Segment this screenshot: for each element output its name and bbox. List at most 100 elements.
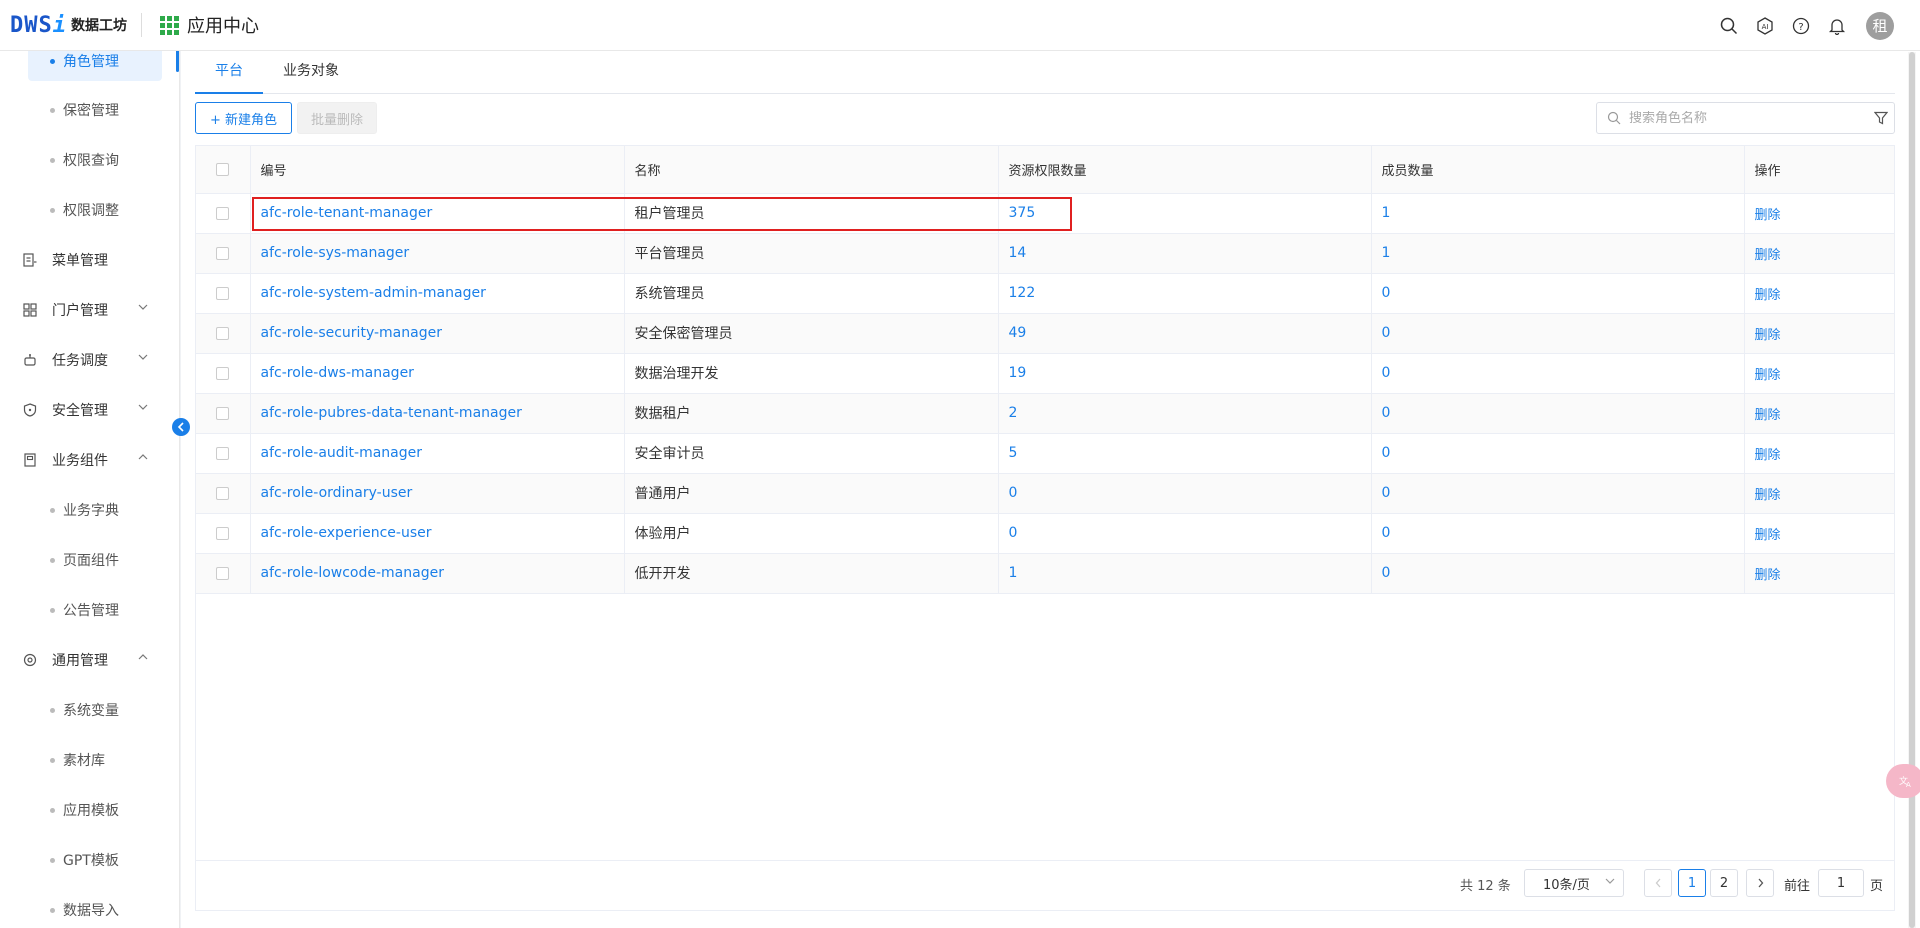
member-count-link[interactable]: 0 [1382, 565, 1391, 581]
delete-button[interactable]: 删除 [1755, 528, 1781, 543]
resource-count-link[interactable]: 49 [1009, 325, 1027, 341]
tab-business-object[interactable]: 业务对象 [283, 51, 339, 94]
goto-page-input[interactable] [1818, 869, 1864, 897]
next-page-button[interactable] [1746, 869, 1774, 897]
member-count-link[interactable]: 0 [1382, 285, 1391, 301]
sidebar-item-page-components[interactable]: 页面组件 [0, 540, 179, 580]
role-code-link[interactable]: afc-role-pubres-data-tenant-manager [261, 405, 522, 421]
sidebar-item-permission-query[interactable]: 权限查询 [0, 140, 179, 180]
member-count-link[interactable]: 1 [1382, 205, 1391, 221]
page-1-button[interactable]: 1 [1678, 869, 1706, 897]
role-code-link[interactable]: afc-role-system-admin-manager [261, 285, 486, 301]
member-count-link[interactable]: 0 [1382, 485, 1391, 501]
table-row[interactable]: afc-role-lowcode-manager 低开开发 1 0 删除 [196, 553, 1895, 594]
row-checkbox[interactable] [216, 486, 230, 500]
row-checkbox[interactable] [216, 286, 230, 300]
bell-icon[interactable] [1826, 15, 1848, 37]
member-count-link[interactable]: 0 [1382, 325, 1391, 341]
resource-count-link[interactable]: 0 [1009, 525, 1018, 541]
resource-count-link[interactable]: 1 [1009, 565, 1018, 581]
row-checkbox[interactable] [216, 526, 230, 540]
sidebar-item-secrecy-management[interactable]: 保密管理 [0, 90, 179, 130]
sidebar-item-permission-adjust[interactable]: 权限调整 [0, 190, 179, 230]
member-count-link[interactable]: 0 [1382, 405, 1391, 421]
ai-icon[interactable]: AI [1754, 15, 1776, 37]
role-code-link[interactable]: afc-role-tenant-manager [261, 205, 433, 221]
member-count-link[interactable]: 0 [1382, 445, 1391, 461]
role-code-link[interactable]: afc-role-dws-manager [261, 365, 414, 381]
help-icon[interactable]: ? [1790, 15, 1812, 37]
delete-button[interactable]: 删除 [1755, 288, 1781, 303]
role-code-link[interactable]: afc-role-audit-manager [261, 445, 423, 461]
sidebar-item-task-scheduling[interactable]: 任务调度 [0, 340, 179, 380]
page-size-select[interactable]: 10条/页 [1524, 869, 1624, 897]
app-center[interactable]: 应用中心 [160, 12, 259, 38]
row-checkbox[interactable] [216, 366, 230, 380]
table-row[interactable]: afc-role-audit-manager 安全审计员 5 0 删除 [196, 433, 1895, 474]
resource-count-link[interactable]: 14 [1009, 245, 1027, 261]
table-row[interactable]: afc-role-pubres-data-tenant-manager 数据租户 2… [196, 393, 1895, 434]
sidebar-item-role-management[interactable]: 角色管理 [28, 51, 179, 81]
resource-count-link[interactable]: 2 [1009, 405, 1018, 421]
sidebar-item-business-dictionary[interactable]: 业务字典 [0, 490, 179, 530]
row-checkbox[interactable] [216, 326, 230, 340]
resource-count-link[interactable]: 0 [1009, 485, 1018, 501]
resource-count-link[interactable]: 5 [1009, 445, 1018, 461]
search-input[interactable] [1629, 110, 1859, 126]
filter-icon[interactable] [1874, 111, 1888, 125]
role-code-link[interactable]: afc-role-ordinary-user [261, 485, 413, 501]
sidebar-item-security-management[interactable]: 安全管理 [0, 390, 179, 430]
delete-button[interactable]: 删除 [1755, 568, 1781, 583]
select-all-checkbox[interactable] [216, 162, 230, 176]
row-checkbox[interactable] [216, 206, 230, 220]
sidebar-item-portal-management[interactable]: 门户管理 [0, 290, 179, 330]
sidebar-item-announcement[interactable]: 公告管理 [0, 590, 179, 630]
table-row[interactable]: afc-role-ordinary-user 普通用户 0 0 删除 [196, 473, 1895, 514]
prev-page-button[interactable] [1644, 869, 1672, 897]
table-row[interactable]: afc-role-experience-user 体验用户 0 0 删除 [196, 513, 1895, 554]
member-count-link[interactable]: 1 [1382, 245, 1391, 261]
sidebar-item-general-management[interactable]: 通用管理 [0, 640, 179, 680]
translate-button[interactable]: 文A [1886, 764, 1920, 798]
avatar[interactable]: 租 [1866, 11, 1894, 40]
resource-count-link[interactable]: 375 [1009, 205, 1036, 221]
member-count-link[interactable]: 0 [1382, 525, 1391, 541]
delete-button[interactable]: 删除 [1755, 328, 1781, 343]
resource-count-link[interactable]: 122 [1009, 285, 1036, 301]
role-code-link[interactable]: afc-role-security-manager [261, 325, 442, 341]
sidebar-item-business-components[interactable]: 业务组件 [0, 440, 179, 480]
sidebar-item-data-import[interactable]: 数据导入 [0, 890, 179, 928]
delete-button[interactable]: 删除 [1755, 408, 1781, 423]
sidebar-item-menu-management[interactable]: 菜单管理 [0, 240, 179, 280]
delete-button[interactable]: 删除 [1755, 488, 1781, 503]
page-2-button[interactable]: 2 [1710, 869, 1738, 897]
row-checkbox[interactable] [216, 446, 230, 460]
sidebar-collapse-button[interactable] [172, 418, 190, 436]
table-row[interactable]: afc-role-system-admin-manager 系统管理员 122 0 删除 [196, 273, 1895, 314]
role-code-link[interactable]: afc-role-lowcode-manager [261, 565, 444, 581]
delete-button[interactable]: 删除 [1755, 448, 1781, 463]
member-count-link[interactable]: 0 [1382, 365, 1391, 381]
sidebar-item-asset-library[interactable]: 素材库 [0, 740, 179, 780]
sidebar-item-app-templates[interactable]: 应用模板 [0, 790, 179, 830]
table-row[interactable]: afc-role-sys-manager 平台管理员 14 1 删除 [196, 233, 1895, 274]
row-checkbox[interactable] [216, 406, 230, 420]
row-checkbox[interactable] [216, 566, 230, 580]
delete-button[interactable]: 删除 [1755, 368, 1781, 383]
logo[interactable]: DWSi 数据工坊 [0, 0, 127, 51]
table-row[interactable]: afc-role-tenant-manager 租户管理员 375 1 删除 [196, 193, 1895, 234]
role-code-link[interactable]: afc-role-experience-user [261, 525, 432, 541]
sidebar-item-system-variables[interactable]: 系统变量 [0, 690, 179, 730]
sidebar-item-gpt-templates[interactable]: GPT模板 [0, 840, 179, 880]
row-checkbox[interactable] [216, 246, 230, 260]
table-row[interactable]: afc-role-dws-manager 数据治理开发 19 0 删除 [196, 353, 1895, 394]
new-role-button[interactable]: + 新建角色 [195, 102, 292, 134]
search-icon[interactable] [1718, 15, 1740, 37]
delete-button[interactable]: 删除 [1755, 208, 1781, 223]
delete-button[interactable]: 删除 [1755, 248, 1781, 263]
batch-delete-button[interactable]: 批量删除 [297, 102, 377, 134]
role-code-link[interactable]: afc-role-sys-manager [261, 245, 410, 261]
table-row[interactable]: afc-role-security-manager 安全保密管理员 49 0 删除 [196, 313, 1895, 354]
tab-platform[interactable]: 平台 [195, 51, 263, 94]
resource-count-link[interactable]: 19 [1009, 365, 1027, 381]
